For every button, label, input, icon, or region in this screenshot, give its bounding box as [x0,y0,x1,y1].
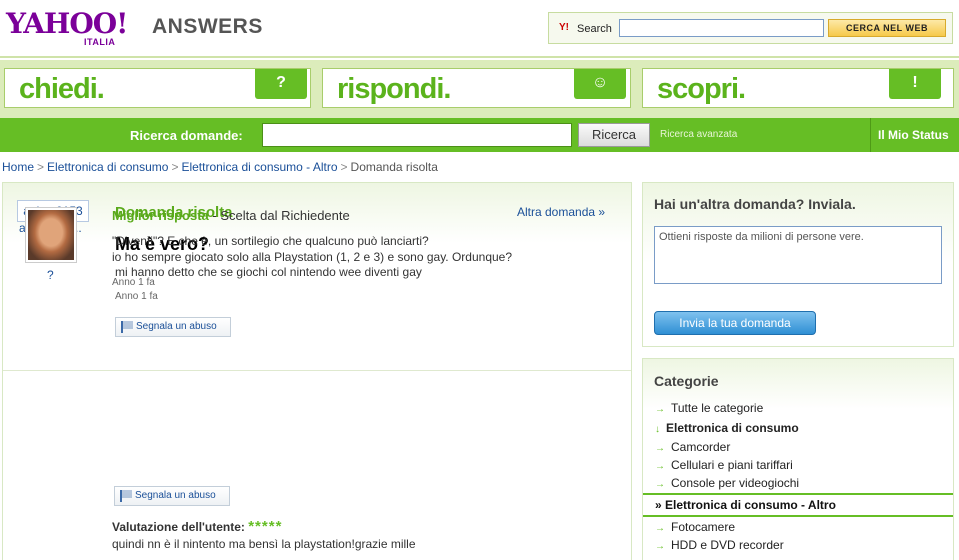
web-search-input[interactable] [619,19,824,37]
chosen-by-label: - Scelta dal Richiedente [212,208,350,223]
breadcrumb: Home > Elettronica di consumo > Elettronica … [2,160,438,174]
category-label: Tutte le categorie [671,401,764,415]
ask-question-panel: Hai un'altra domanda? Inviala. Ottieni r… [642,182,954,347]
main-tabs: chiedi. ? rispondi. ☺ scopri. ! [0,60,959,118]
user-rating: Valutazione dell'utente: ***** [112,518,282,535]
other-question-label: Altra domanda [517,205,596,219]
rating-stars: ***** [248,518,283,535]
web-search-box: Y! Search CERCA NEL WEB [548,12,953,44]
breadcrumb-current: Domanda risolta [350,160,438,174]
submit-question-button[interactable]: Invia la tua domanda [654,311,816,335]
web-search-label: Search [577,23,612,35]
report-abuse-button[interactable]: Segnala un abuso [115,317,231,337]
arrow-right-icon: → [655,523,665,534]
question-search-input[interactable] [262,123,572,147]
question-body: mi hanno detto che se giochi col nintend… [115,265,422,279]
category-label: Cellulari e piani tariffari [671,458,793,472]
question-search-label: Ricerca domande: [130,128,243,143]
breadcrumb-home[interactable]: Home [2,160,34,174]
avatar-photo [28,210,74,260]
arrow-down-icon: ↓ [655,424,660,435]
best-answer-line: "Diventi"? E che è, un sortilegio che qu… [112,234,429,248]
category-phones[interactable]: → Cellulari e piani tariffari [655,458,793,472]
categories-panel: Categorie → Tutte le categorie ↓ Elettroni… [642,358,954,560]
category-label: Camcorder [671,440,731,454]
arrow-right-icon: → [655,404,665,415]
tab-scopri[interactable]: scopri. ! [642,68,954,108]
category-selected[interactable]: » Elettronica di consumo - Altro [643,493,953,517]
yahoo-icon: Y! [559,22,569,33]
other-question-link[interactable]: Altra domanda » [517,205,605,219]
flag-icon [120,490,132,502]
arrow-right-icon: → [655,443,665,454]
tab-scopri-label: scopri. [657,73,746,105]
arrow-right-icon: → [655,541,665,552]
advanced-search-link[interactable]: Ricerca avanzata [660,129,737,140]
category-electronics[interactable]: ↓ Elettronica di consumo [655,421,799,435]
category-all[interactable]: → Tutte le categorie [655,401,763,415]
arrow-right-icon: → [655,461,665,472]
answers-logo[interactable]: ANSWERS [152,15,263,39]
report-abuse-button[interactable]: Segnala un abuso [114,486,230,506]
divider [870,118,871,152]
ask-question-title: Hai un'altra domanda? Inviala. [654,196,856,212]
report-abuse-label: Segnala un abuso [135,490,216,501]
header: YAHOO! ITALIA ANSWERS Y! Search CERCA NE… [0,0,959,58]
answerer-avatar[interactable] [25,207,77,263]
exclamation-icon: ! [889,69,941,99]
answerer-username[interactable]: ? [47,268,54,282]
smile-icon: ☺ [574,69,626,99]
yahoo-logo[interactable]: YAHOO! [6,10,128,38]
web-search-button[interactable]: CERCA NEL WEB [828,19,946,37]
category-camcorder[interactable]: → Camcorder [655,440,730,454]
tab-rispondi[interactable]: rispondi. ☺ [322,68,631,108]
best-answer-time: Anno 1 fa [112,277,155,288]
best-answer-line: io ho sempre giocato solo alla Playstati… [112,250,513,264]
best-answer-heading: Miglior risposta - Scelta dal Richiedent… [112,208,350,223]
report-abuse-label: Segnala un abuso [136,321,217,332]
my-status-link[interactable]: Il Mio Status [878,128,949,142]
category-label: Fotocamere [671,520,736,534]
tab-chiedi-label: chiedi. [19,73,105,105]
best-answer-label: Miglior risposta [112,208,209,223]
categories-title: Categorie [654,373,719,389]
category-label: HDD e DVD recorder [671,538,784,552]
ask-question-textarea[interactable]: Ottieni risposte da milioni di persone v… [654,226,942,284]
logo-subtitle: ITALIA [84,37,116,47]
category-label: Elettronica di consumo [666,421,799,435]
tab-rispondi-label: rispondi. [337,73,451,105]
question-icon: ? [255,69,307,99]
rating-comment: quindi nn è il nintento ma bensì la play… [112,537,416,551]
double-chevron-icon: » [598,205,606,219]
question-search-bar: Ricerca domande: Ricerca Ricerca avanzat… [0,118,959,152]
best-answer-body: "Diventi"? E che è, un sortilegio che qu… [112,233,512,265]
flag-icon [121,321,133,333]
rating-label: Valutazione dell'utente: [112,520,245,534]
question-time: Anno 1 fa [115,291,158,302]
breadcrumb-category[interactable]: Elettronica di consumo [47,160,168,174]
breadcrumb-subcategory[interactable]: Elettronica di consumo - Altro [181,160,337,174]
question-search-button[interactable]: Ricerca [578,123,650,147]
arrow-right-icon: → [655,479,665,490]
tab-chiedi[interactable]: chiedi. ? [4,68,311,108]
category-consoles[interactable]: → Console per videogiochi [655,476,799,490]
category-cameras[interactable]: → Fotocamere [655,520,735,534]
category-dvd-recorder[interactable]: → HDD e DVD recorder [655,538,784,552]
category-label: Console per videogiochi [671,476,800,490]
